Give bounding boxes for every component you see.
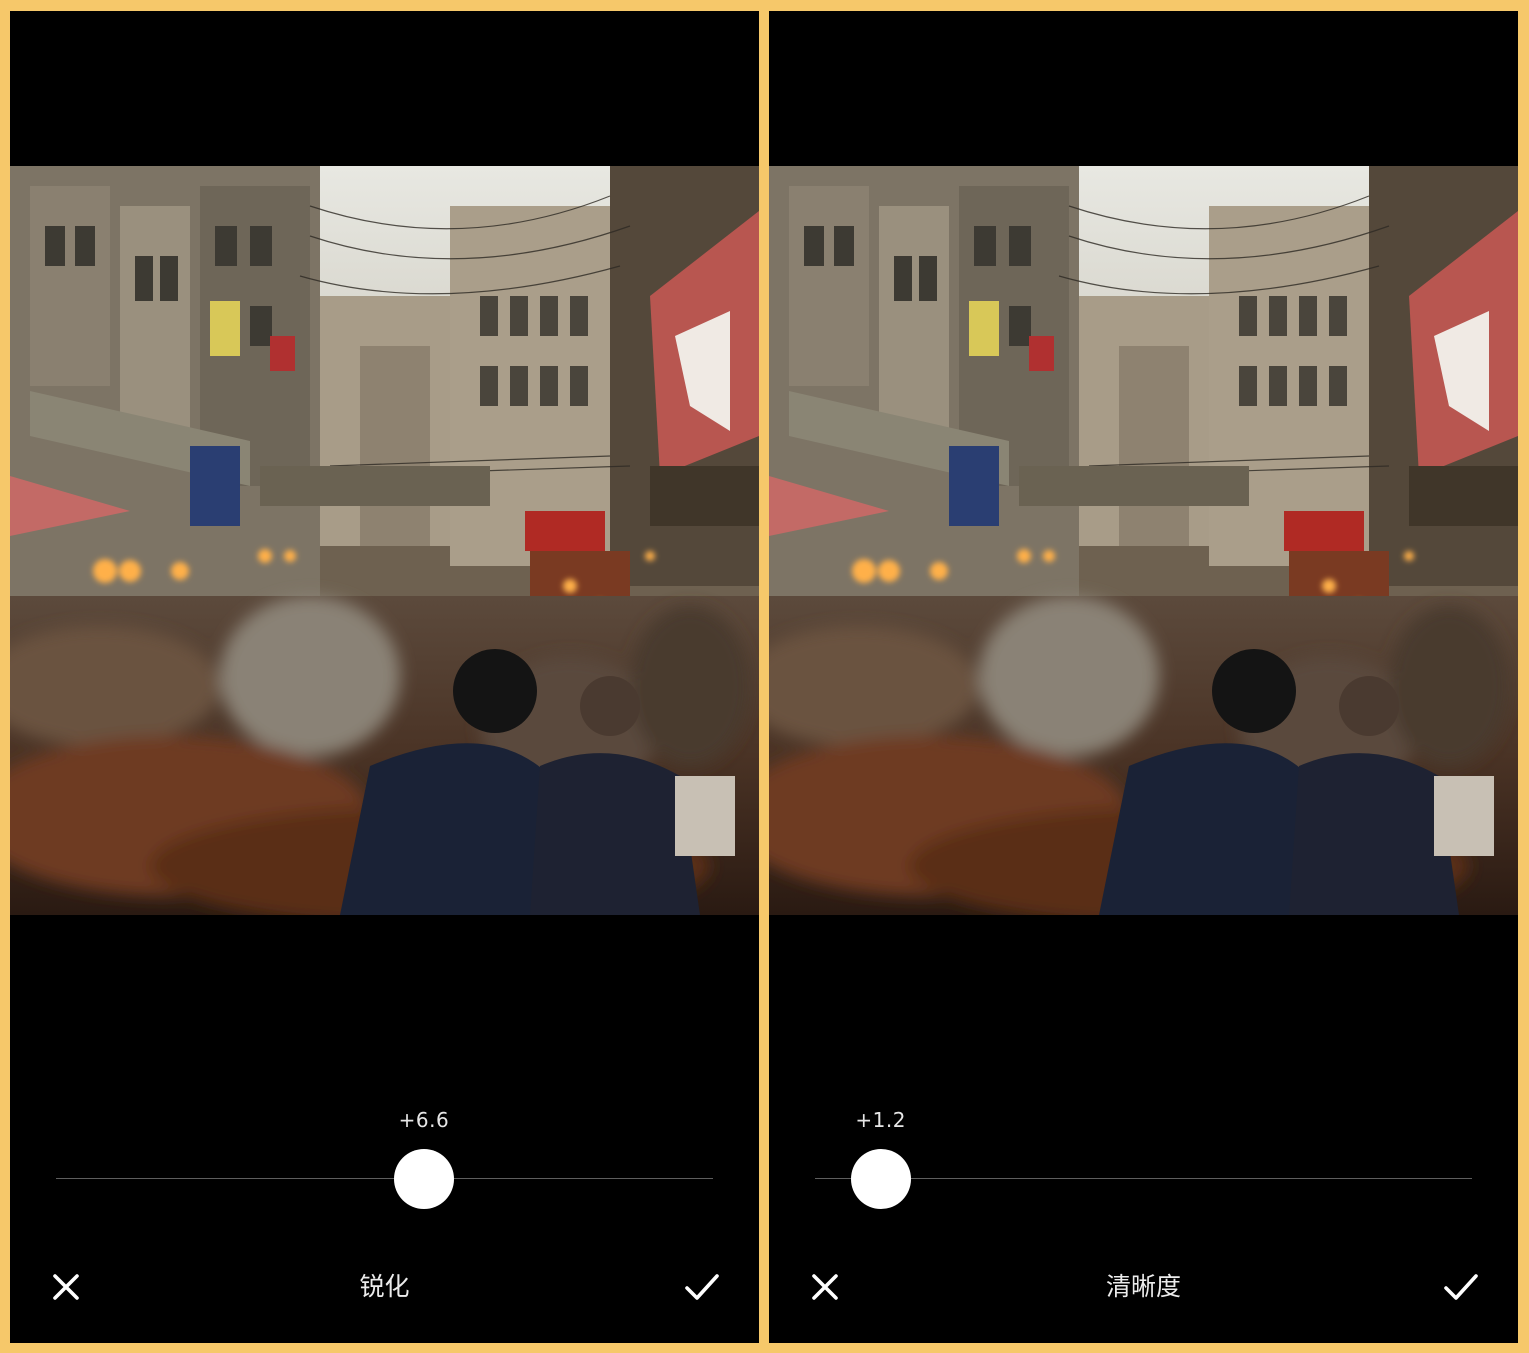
- slider-thumb[interactable]: [850, 1149, 911, 1209]
- slider-thumb[interactable]: [393, 1149, 454, 1209]
- comparison-frame: +6.6 锐化 +1.2 清晰度: [0, 0, 1529, 1353]
- slider-track[interactable]: [56, 1178, 713, 1179]
- street-market-photo: [769, 166, 1518, 915]
- slider-track[interactable]: [815, 1178, 1472, 1179]
- slider-value: +6.6: [398, 1108, 450, 1132]
- tool-title: 锐化: [359, 1272, 410, 1301]
- editor-panel-clarity: +1.2 清晰度: [769, 11, 1518, 1343]
- photo-preview: [769, 166, 1518, 915]
- tool-title: 清晰度: [1105, 1272, 1181, 1301]
- checkmark-icon[interactable]: [682, 1269, 722, 1305]
- photo-preview: [10, 166, 759, 915]
- checkmark-icon[interactable]: [1441, 1269, 1481, 1305]
- editor-panel-sharpen: +6.6 锐化: [10, 11, 759, 1343]
- street-market-photo: [10, 166, 759, 915]
- slider-value: +1.2: [855, 1108, 906, 1132]
